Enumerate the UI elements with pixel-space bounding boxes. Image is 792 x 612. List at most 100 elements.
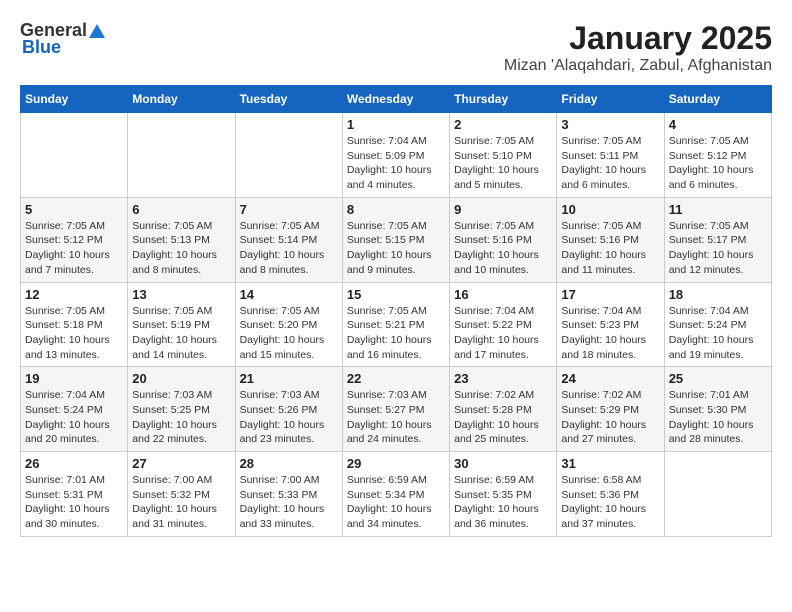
cell-info: Sunrise: 7:03 AM Sunset: 5:27 PM Dayligh… <box>347 388 445 447</box>
cell-day-number: 30 <box>454 456 552 471</box>
cell-info: Sunrise: 7:00 AM Sunset: 5:32 PM Dayligh… <box>132 473 230 532</box>
cell-day-number: 19 <box>25 371 123 386</box>
calendar-cell: 21 Sunrise: 7:03 AM Sunset: 5:26 PM Dayli… <box>235 367 342 452</box>
cell-info: Sunrise: 7:05 AM Sunset: 5:11 PM Dayligh… <box>561 134 659 193</box>
calendar-cell: 14Sunrise: 7:05 AM Sunset: 5:20 PM Dayli… <box>235 282 342 367</box>
logo-triangle-icon <box>88 22 106 40</box>
cell-info: Sunrise: 7:05 AM Sunset: 5:12 PM Dayligh… <box>669 134 767 193</box>
cell-day-number: 20 <box>132 371 230 386</box>
page-header: General Blue January 2025 Mizan 'Alaqahd… <box>20 20 772 75</box>
calendar-cell: 24 Sunrise: 7:02 AM Sunset: 5:29 PM Dayli… <box>557 367 664 452</box>
day-header-tuesday: Tuesday <box>235 86 342 113</box>
cell-info: Sunrise: 7:03 AM Sunset: 5:26 PM Dayligh… <box>240 388 338 447</box>
calendar-cell: 26Sunrise: 7:01 AM Sunset: 5:31 PM Dayli… <box>21 452 128 537</box>
cell-info: Sunrise: 7:03 AM Sunset: 5:25 PM Dayligh… <box>132 388 230 447</box>
calendar-cell: 30 Sunrise: 6:59 AM Sunset: 5:35 PM Dayli… <box>450 452 557 537</box>
cell-day-number: 10 <box>561 202 659 217</box>
cell-day-number: 3 <box>561 117 659 132</box>
calendar-cell <box>664 452 771 537</box>
cell-info: Sunrise: 7:02 AM Sunset: 5:29 PM Dayligh… <box>561 388 659 447</box>
cell-day-number: 8 <box>347 202 445 217</box>
cell-day-number: 28 <box>240 456 338 471</box>
cell-day-number: 12 <box>25 287 123 302</box>
cell-day-number: 2 <box>454 117 552 132</box>
cell-day-number: 22 <box>347 371 445 386</box>
cell-info: Sunrise: 7:05 AM Sunset: 5:16 PM Dayligh… <box>561 219 659 278</box>
calendar-cell: 29 Sunrise: 6:59 AM Sunset: 5:34 PM Dayli… <box>342 452 449 537</box>
day-header-friday: Friday <box>557 86 664 113</box>
calendar-cell: 8 Sunrise: 7:05 AM Sunset: 5:15 PM Daylig… <box>342 197 449 282</box>
cell-day-number: 21 <box>240 371 338 386</box>
cell-day-number: 25 <box>669 371 767 386</box>
calendar-cell: 11Sunrise: 7:05 AM Sunset: 5:17 PM Dayli… <box>664 197 771 282</box>
cell-day-number: 6 <box>132 202 230 217</box>
cell-info: Sunrise: 7:04 AM Sunset: 5:24 PM Dayligh… <box>669 304 767 363</box>
cell-info: Sunrise: 6:59 AM Sunset: 5:34 PM Dayligh… <box>347 473 445 532</box>
cell-day-number: 9 <box>454 202 552 217</box>
cell-info: Sunrise: 7:01 AM Sunset: 5:31 PM Dayligh… <box>25 473 123 532</box>
calendar-cell: 13Sunrise: 7:05 AM Sunset: 5:19 PM Dayli… <box>128 282 235 367</box>
calendar-title: January 2025 <box>504 20 772 57</box>
cell-day-number: 13 <box>132 287 230 302</box>
calendar-cell: 4 Sunrise: 7:05 AM Sunset: 5:12 PM Daylig… <box>664 113 771 198</box>
cell-day-number: 1 <box>347 117 445 132</box>
day-header-wednesday: Wednesday <box>342 86 449 113</box>
calendar-cell: 10 Sunrise: 7:05 AM Sunset: 5:16 PM Dayli… <box>557 197 664 282</box>
logo-blue-text: Blue <box>20 37 61 58</box>
cell-info: Sunrise: 7:01 AM Sunset: 5:30 PM Dayligh… <box>669 388 767 447</box>
calendar-cell: 6 Sunrise: 7:05 AM Sunset: 5:13 PM Daylig… <box>128 197 235 282</box>
cell-info: Sunrise: 7:04 AM Sunset: 5:24 PM Dayligh… <box>25 388 123 447</box>
calendar-cell: 15Sunrise: 7:05 AM Sunset: 5:21 PM Dayli… <box>342 282 449 367</box>
cell-day-number: 11 <box>669 202 767 217</box>
calendar-cell <box>21 113 128 198</box>
calendar-cell: 3 Sunrise: 7:05 AM Sunset: 5:11 PM Daylig… <box>557 113 664 198</box>
cell-info: Sunrise: 7:05 AM Sunset: 5:12 PM Dayligh… <box>25 219 123 278</box>
cell-day-number: 4 <box>669 117 767 132</box>
calendar-cell: 16Sunrise: 7:04 AM Sunset: 5:22 PM Dayli… <box>450 282 557 367</box>
cell-info: Sunrise: 7:04 AM Sunset: 5:09 PM Dayligh… <box>347 134 445 193</box>
cell-day-number: 23 <box>454 371 552 386</box>
calendar-cell: 20 Sunrise: 7:03 AM Sunset: 5:25 PM Dayli… <box>128 367 235 452</box>
cell-day-number: 24 <box>561 371 659 386</box>
calendar-subtitle: Mizan 'Alaqahdari, Zabul, Afghanistan <box>504 57 772 75</box>
calendar-week-2: 5 Sunrise: 7:05 AM Sunset: 5:12 PM Daylig… <box>21 197 772 282</box>
calendar-cell: 7 Sunrise: 7:05 AM Sunset: 5:14 PM Daylig… <box>235 197 342 282</box>
calendar-cell: 1 Sunrise: 7:04 AM Sunset: 5:09 PM Daylig… <box>342 113 449 198</box>
cell-info: Sunrise: 6:59 AM Sunset: 5:35 PM Dayligh… <box>454 473 552 532</box>
cell-day-number: 16 <box>454 287 552 302</box>
cell-info: Sunrise: 7:05 AM Sunset: 5:10 PM Dayligh… <box>454 134 552 193</box>
calendar-cell: 31Sunrise: 6:58 AM Sunset: 5:36 PM Dayli… <box>557 452 664 537</box>
cell-info: Sunrise: 7:05 AM Sunset: 5:15 PM Dayligh… <box>347 219 445 278</box>
logo: General Blue <box>20 20 106 58</box>
day-header-sunday: Sunday <box>21 86 128 113</box>
cell-info: Sunrise: 7:05 AM Sunset: 5:13 PM Dayligh… <box>132 219 230 278</box>
calendar-cell: 28 Sunrise: 7:00 AM Sunset: 5:33 PM Dayli… <box>235 452 342 537</box>
calendar-cell: 9 Sunrise: 7:05 AM Sunset: 5:16 PM Daylig… <box>450 197 557 282</box>
cell-info: Sunrise: 7:02 AM Sunset: 5:28 PM Dayligh… <box>454 388 552 447</box>
calendar-table: SundayMondayTuesdayWednesdayThursdayFrid… <box>20 85 772 537</box>
cell-info: Sunrise: 7:04 AM Sunset: 5:23 PM Dayligh… <box>561 304 659 363</box>
calendar-cell: 17 Sunrise: 7:04 AM Sunset: 5:23 PM Dayli… <box>557 282 664 367</box>
day-header-thursday: Thursday <box>450 86 557 113</box>
cell-info: Sunrise: 7:05 AM Sunset: 5:14 PM Dayligh… <box>240 219 338 278</box>
calendar-week-3: 12 Sunrise: 7:05 AM Sunset: 5:18 PM Dayli… <box>21 282 772 367</box>
calendar-cell: 25 Sunrise: 7:01 AM Sunset: 5:30 PM Dayli… <box>664 367 771 452</box>
cell-info: Sunrise: 7:00 AM Sunset: 5:33 PM Dayligh… <box>240 473 338 532</box>
calendar-cell: 12 Sunrise: 7:05 AM Sunset: 5:18 PM Dayli… <box>21 282 128 367</box>
cell-day-number: 7 <box>240 202 338 217</box>
day-header-saturday: Saturday <box>664 86 771 113</box>
cell-day-number: 15 <box>347 287 445 302</box>
cell-day-number: 31 <box>561 456 659 471</box>
cell-day-number: 29 <box>347 456 445 471</box>
calendar-week-5: 26Sunrise: 7:01 AM Sunset: 5:31 PM Dayli… <box>21 452 772 537</box>
calendar-cell: 18 Sunrise: 7:04 AM Sunset: 5:24 PM Dayli… <box>664 282 771 367</box>
cell-day-number: 14 <box>240 287 338 302</box>
cell-day-number: 17 <box>561 287 659 302</box>
calendar-cell: 23 Sunrise: 7:02 AM Sunset: 5:28 PM Dayli… <box>450 367 557 452</box>
title-block: January 2025 Mizan 'Alaqahdari, Zabul, A… <box>504 20 772 75</box>
cell-info: Sunrise: 7:05 AM Sunset: 5:16 PM Dayligh… <box>454 219 552 278</box>
cell-day-number: 18 <box>669 287 767 302</box>
cell-info: Sunrise: 7:05 AM Sunset: 5:18 PM Dayligh… <box>25 304 123 363</box>
cell-day-number: 5 <box>25 202 123 217</box>
calendar-cell: 22 Sunrise: 7:03 AM Sunset: 5:27 PM Dayli… <box>342 367 449 452</box>
